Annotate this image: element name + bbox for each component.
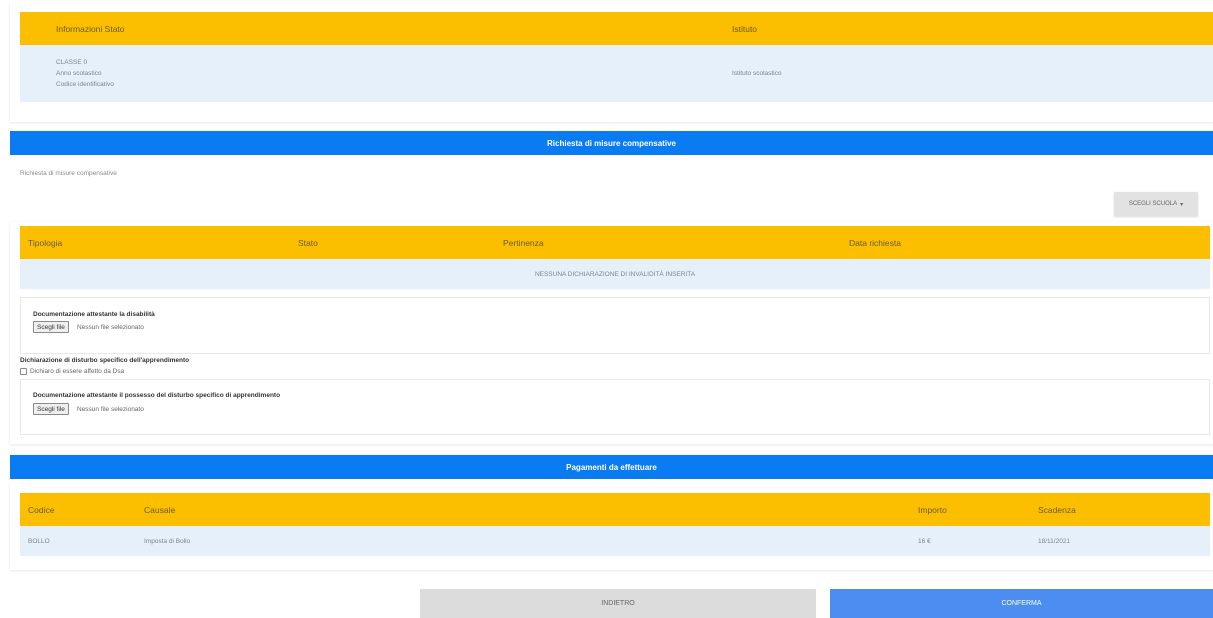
confirm-button[interactable]: CONFERMA xyxy=(830,589,1213,618)
dsa-doc-box: Documentazione attestante il possesso de… xyxy=(20,379,1210,435)
disability-doc-box: Documentazione attestante la disabilità … xyxy=(20,297,1210,354)
measures-title: Richiesta di misure compensative xyxy=(547,138,676,148)
student-line-2: Anno scolastico xyxy=(56,70,102,77)
measures-empty-text: NESSUNA DICHIARAZIONE DI INVALIDITÀ INSE… xyxy=(534,270,696,278)
student-line-1: CLASSE 0 xyxy=(56,59,88,66)
disability-doc-choose-label: Scegli file xyxy=(37,323,65,331)
dsa-doc-choose-button[interactable]: Scegli file xyxy=(33,403,69,415)
measures-header-stato: Stato xyxy=(298,237,318,248)
measures-title-bar: Richiesta di misure compensative xyxy=(10,131,1213,155)
back-button-label: INDIETRO xyxy=(601,600,635,607)
student-line-3: Codice identificativo xyxy=(56,81,114,88)
payment-amount: 16 € xyxy=(918,538,931,545)
back-button[interactable]: INDIETRO xyxy=(420,589,816,618)
payments-header-importo: Importo xyxy=(918,504,947,515)
dsa-checkbox-label: Dichiaro di essere affetto da Dsa xyxy=(30,368,125,375)
payments-title: Pagamenti da effettuare xyxy=(566,462,657,472)
table-row: BOLLO Imposta di Bollo 16 € 18/11/2021 xyxy=(20,526,1210,556)
select-school-label: SCEGLI SCUOLA xyxy=(1128,201,1178,207)
measures-empty-row: NESSUNA DICHIARAZIONE DI INVALIDITÀ INSE… xyxy=(20,259,1210,289)
disability-doc-choose-button[interactable]: Scegli file xyxy=(33,321,69,333)
dsa-doc-status: Nessun file selezionato xyxy=(77,406,144,413)
measures-header-tipologia: Tipologia xyxy=(28,237,63,248)
payments-title-bar: Pagamenti da effettuare xyxy=(10,455,1213,479)
dsa-title: Dichiarazione di disturbo specifico dell… xyxy=(20,357,190,364)
institute-value: Istituto scolastico xyxy=(732,70,782,77)
student-info: CLASSE 0 Anno scolastico Codice identifi… xyxy=(56,57,114,90)
measures-subtitle: Richiesta di misure compensative xyxy=(20,170,117,177)
info-row: CLASSE 0 Anno scolastico Codice identifi… xyxy=(20,45,1213,102)
dsa-doc-choose-label: Scegli file xyxy=(37,405,65,413)
confirm-button-label: CONFERMA xyxy=(1001,600,1042,607)
payment-due: 18/11/2021 xyxy=(1038,538,1071,545)
measures-header-row: Tipologia Stato Pertinenza Data richiest… xyxy=(20,226,1210,259)
payments-header-causale: Causale xyxy=(144,504,176,515)
payment-code: BOLLO xyxy=(28,538,50,545)
select-school-button[interactable]: SCEGLI SCUOLA ▾ xyxy=(1114,192,1198,216)
info-header-row: Informazioni Stato Istituto xyxy=(20,12,1213,45)
info-header-istituto: Istituto xyxy=(732,23,758,34)
payments-header-scadenza: Scadenza xyxy=(1038,504,1076,515)
info-header-stato: Informazioni Stato xyxy=(56,23,125,34)
disability-doc-status: Nessun file selezionato xyxy=(77,324,144,331)
payments-header-codice: Codice xyxy=(28,504,55,515)
payment-reason: Imposta di Bollo xyxy=(144,538,191,545)
disability-doc-title: Documentazione attestante la disabilità xyxy=(33,311,155,318)
payments-header-row: Codice Causale Importo Scadenza xyxy=(20,493,1210,526)
dsa-checkbox[interactable] xyxy=(20,368,27,375)
measures-header-pertinenza: Pertinenza xyxy=(503,237,544,248)
chevron-down-icon: ▾ xyxy=(1180,201,1184,208)
dsa-doc-title: Documentazione attestante il possesso de… xyxy=(33,392,281,399)
measures-header-data: Data richiesta xyxy=(849,237,901,248)
